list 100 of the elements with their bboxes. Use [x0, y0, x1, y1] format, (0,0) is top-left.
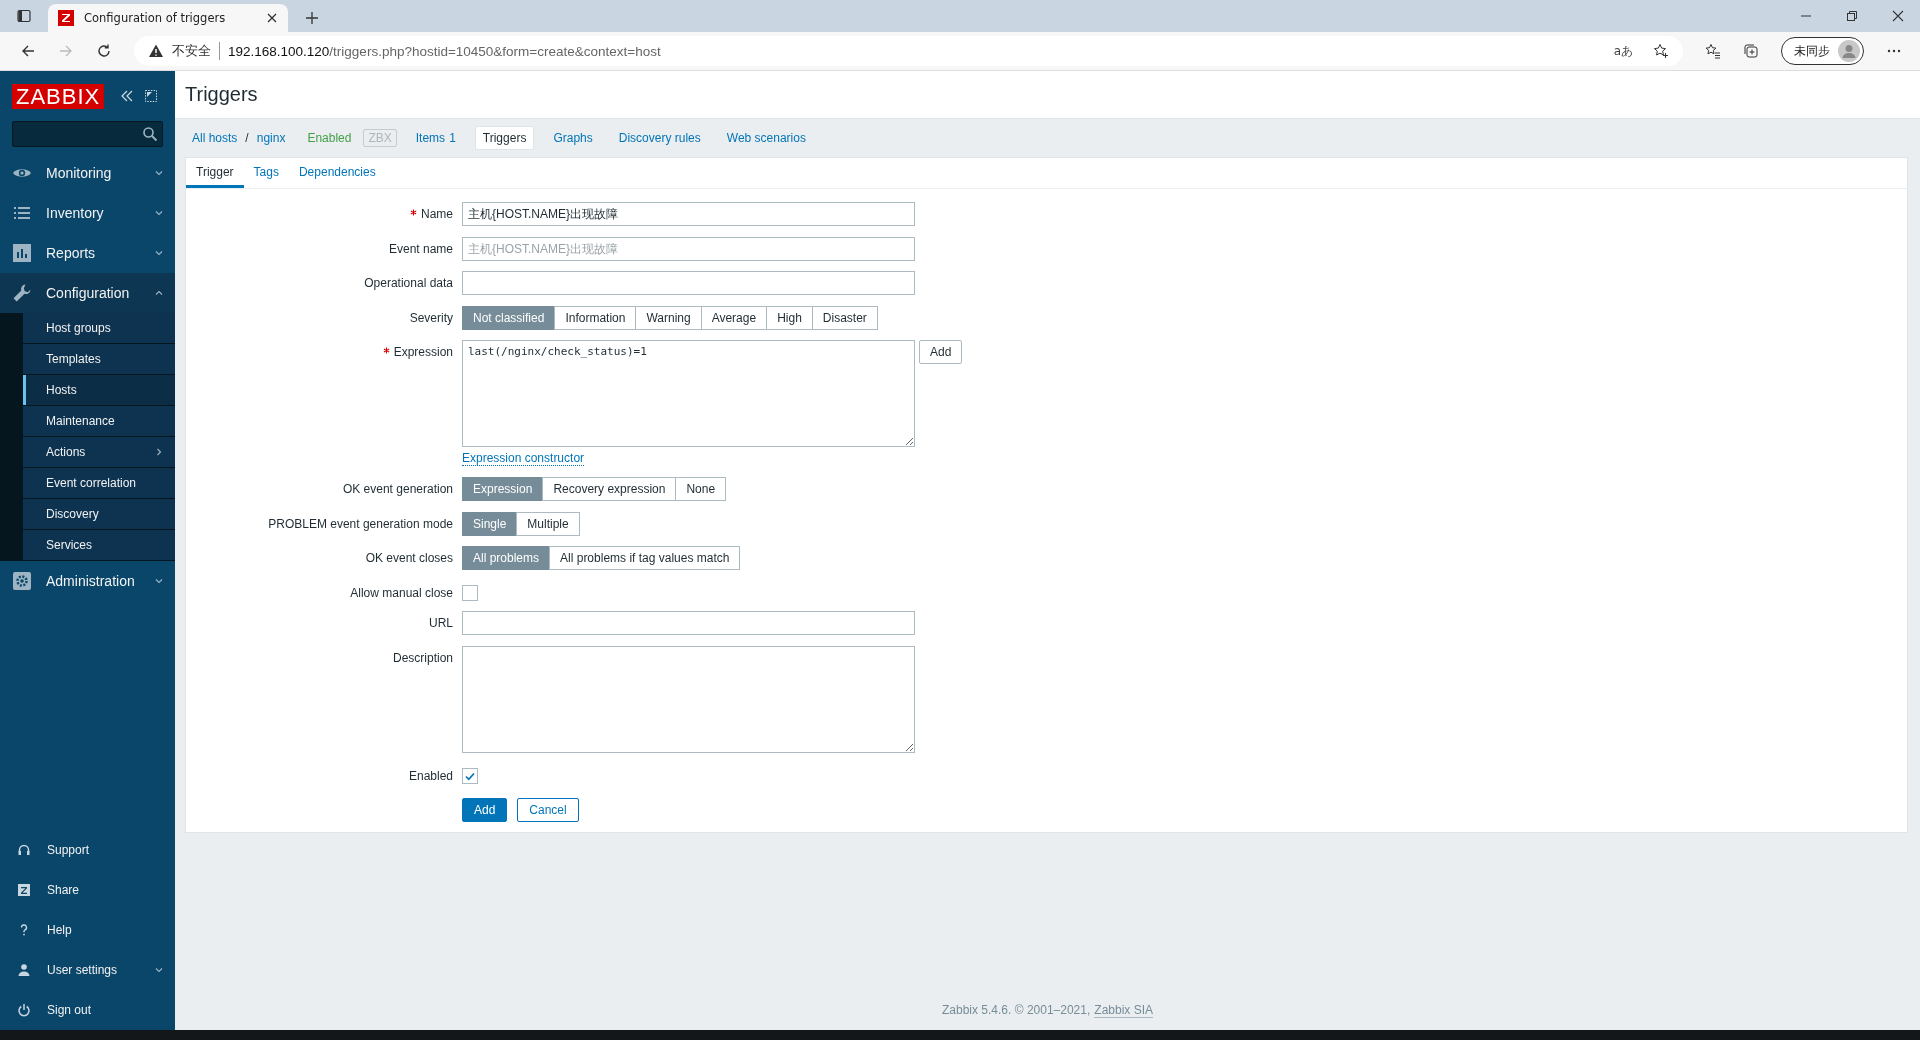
back-icon[interactable] [20, 43, 36, 59]
field-label: PROBLEM event generation mode [268, 516, 453, 531]
chevron-icon [155, 966, 163, 974]
profile-button[interactable]: 未同步 [1781, 37, 1864, 65]
footer-text: Zabbix 5.4.6. © 2001–2021, [942, 1003, 1091, 1018]
field-label: OK event closes [365, 551, 453, 566]
z-square-icon [17, 883, 31, 897]
menu-item[interactable]: Monitoring [0, 153, 175, 193]
z-logo-icon [58, 10, 74, 26]
checkbox[interactable] [462, 584, 478, 601]
close-icon[interactable] [1892, 10, 1904, 22]
kiosk-mode-icon[interactable] [144, 89, 159, 103]
segment-option[interactable]: High [766, 305, 813, 330]
checkbox[interactable] [462, 767, 478, 784]
segment-option[interactable]: Multiple [516, 511, 580, 536]
field-label: Description [392, 650, 453, 665]
form-tab[interactable]: Dependencies [288, 158, 386, 188]
breadcrumb-separator: / [245, 131, 249, 145]
zabbix-logo[interactable]: ZABBIX [12, 83, 105, 109]
text-field[interactable] [462, 271, 915, 296]
tab-title: Configuration of triggers [84, 11, 227, 25]
field-label: Expression [393, 345, 453, 360]
segment-option[interactable]: All problems if tag values match [549, 546, 741, 571]
submenu-item[interactable]: Event correlation [23, 468, 175, 499]
submenu-item[interactable]: Templates [23, 344, 175, 375]
field-label: Name [421, 207, 453, 221]
security-label: 不安全 [172, 42, 220, 60]
availability-badge: ZBX [363, 129, 397, 147]
add-expression-button[interactable]: Add [919, 340, 963, 365]
restore-icon[interactable] [1846, 10, 1858, 22]
segment-option[interactable]: Average [700, 305, 768, 330]
wrench-icon [12, 283, 32, 303]
expression-field[interactable]: last(/nginx/check_status)=1 [462, 340, 915, 448]
power-icon [17, 1003, 31, 1017]
text-field[interactable] [462, 611, 915, 636]
chevron-icon [155, 169, 163, 177]
host-tab[interactable]: Graphs [546, 127, 600, 149]
submenu-item[interactable]: Maintenance [23, 406, 175, 437]
expression-constructor-link[interactable]: Expression constructor [462, 451, 585, 467]
segment-option[interactable]: Information [554, 305, 637, 330]
host-status: Enabled [307, 131, 352, 145]
host-tab[interactable]: Discovery rules [611, 127, 708, 149]
segment-option[interactable]: Recovery expression [542, 476, 677, 501]
sidebar-toggle-icon[interactable] [16, 8, 32, 24]
segment-option[interactable]: Disaster [811, 305, 878, 330]
favorites-icon[interactable] [1705, 43, 1721, 59]
form-button[interactable]: Cancel [517, 798, 579, 823]
chevron-icon [155, 209, 163, 217]
form-tab[interactable]: Trigger [186, 158, 244, 188]
menu-item[interactable]: Inventory [0, 193, 175, 233]
text-field[interactable]: 主机{HOST.NAME}出现故障 [462, 236, 915, 261]
translate-glyph[interactable]: aあ [1613, 42, 1633, 60]
submenu-item[interactable]: Services [23, 530, 175, 561]
address-bar[interactable]: 不安全 192.168.100.120/triggers.php?hostid=10450&form=create&context=host aあ [134, 36, 1683, 66]
field-label: Operational data [364, 276, 453, 291]
segment-option[interactable]: Warning [635, 305, 702, 330]
browser-tab[interactable]: Configuration of triggers [48, 4, 288, 32]
collections-icon[interactable] [1743, 43, 1759, 59]
headset-icon [17, 843, 31, 857]
submenu-item[interactable]: Discovery [23, 499, 175, 530]
field-label: URL [429, 616, 453, 631]
submenu-item[interactable]: Actions [23, 437, 175, 468]
form-tab[interactable]: Tags [243, 158, 289, 188]
menu-item[interactable]: User settings [0, 950, 175, 990]
text-field[interactable]: 主机{HOST.NAME}出现故障 [462, 202, 915, 226]
menu-item[interactable]: Administration [0, 561, 175, 601]
host-tab[interactable]: Web scenarios [719, 127, 813, 149]
warning-icon [148, 43, 164, 59]
chevron-icon [155, 289, 163, 297]
submenu-item[interactable]: Host groups [23, 313, 175, 344]
menu-item[interactable]: Reports [0, 233, 175, 273]
person-icon [17, 963, 31, 977]
reload-icon[interactable] [96, 43, 112, 59]
field-label: Severity [409, 310, 453, 325]
star-plus-icon[interactable] [1653, 43, 1669, 59]
chevron-icon [155, 577, 163, 585]
host-tab[interactable]: Triggers [474, 126, 535, 150]
menu-item[interactable]: Help [0, 910, 175, 950]
field-label: OK event generation [342, 481, 453, 496]
host-tab[interactable]: Items 1 [408, 127, 463, 149]
gear-icon [12, 571, 32, 591]
submenu-item[interactable]: Hosts [23, 375, 175, 406]
search-field[interactable] [12, 121, 163, 147]
segment-option[interactable]: None [675, 476, 727, 501]
chevron-right-icon [155, 448, 163, 456]
search-icon [142, 126, 158, 142]
field-label: Event name [388, 241, 453, 256]
collapse-icon[interactable] [120, 89, 135, 103]
menu-item[interactable]: Share [0, 870, 175, 910]
menu-item[interactable]: Support [0, 830, 175, 870]
close-icon[interactable] [266, 12, 278, 24]
breadcrumb-link[interactable]: nginx [256, 131, 286, 145]
new-tab-icon[interactable] [304, 10, 320, 26]
menu-item[interactable]: Sign out [0, 990, 175, 1030]
breadcrumb-link[interactable]: All hosts [192, 131, 238, 145]
chevron-icon [155, 249, 163, 257]
menu-item[interactable]: Configuration [0, 273, 175, 313]
page-title: Triggers [185, 83, 258, 106]
form-button[interactable]: Add [462, 798, 508, 823]
bar-chart-icon [12, 243, 32, 263]
